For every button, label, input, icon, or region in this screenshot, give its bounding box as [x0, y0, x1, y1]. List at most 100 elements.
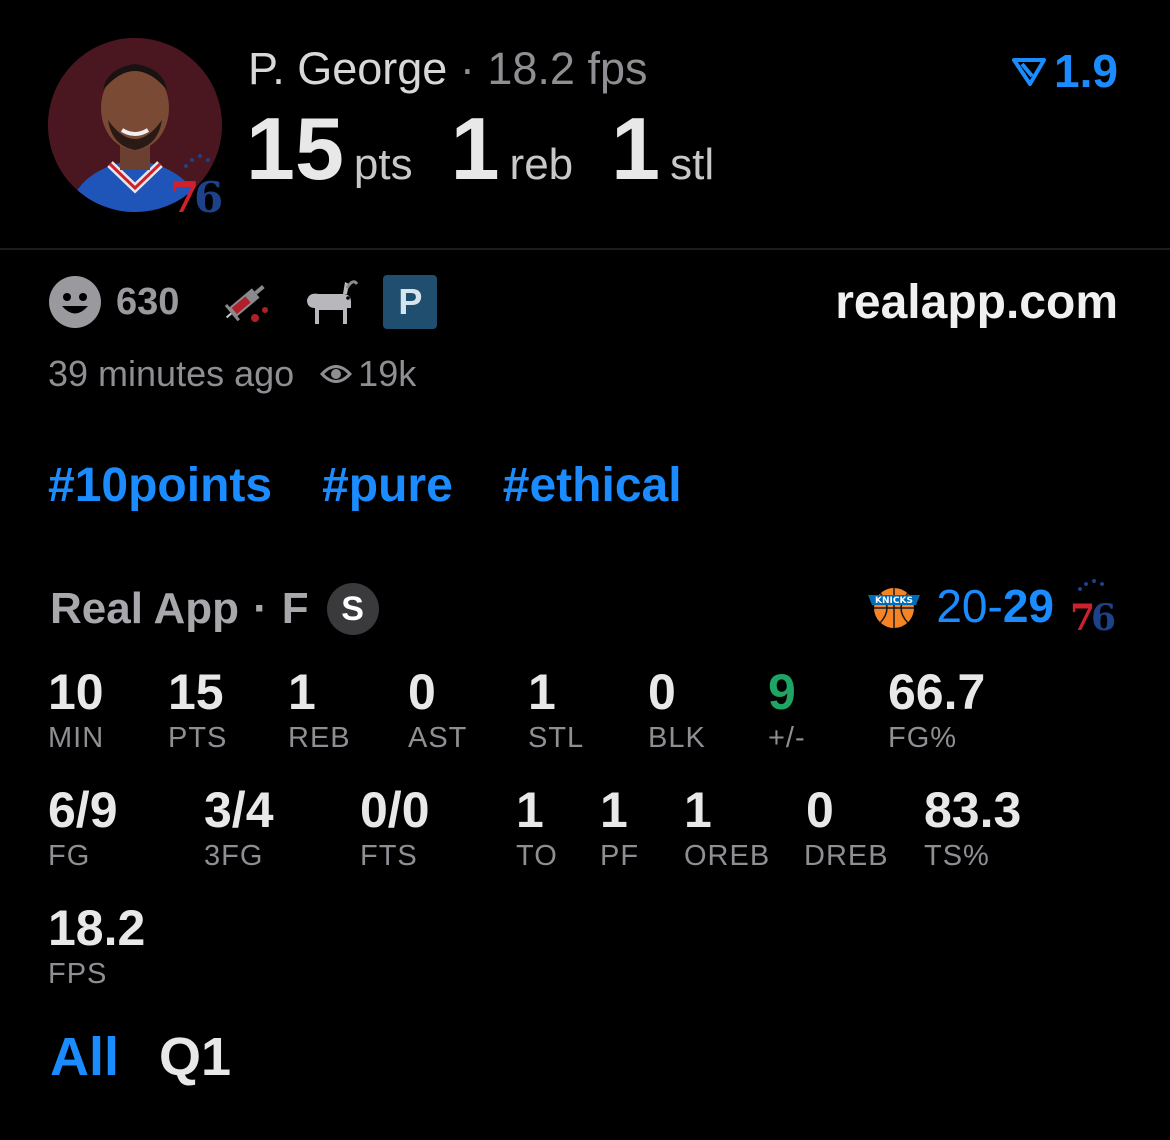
hashtag-list: #10points #pure #ethical [48, 458, 682, 514]
reaction-row: 630 P [48, 274, 438, 330]
stat-label: MIN [48, 722, 105, 754]
headline-points-value: 15 [246, 99, 344, 198]
stat-value: 9 [768, 664, 796, 720]
svg-text:6: 6 [1091, 597, 1116, 634]
headline-steals-unit: stl [670, 140, 715, 189]
stat-label: BLK [648, 722, 706, 754]
stat-ast: 0 AST [408, 664, 467, 756]
svg-text:6: 6 [194, 173, 223, 220]
stat-label: FTS [360, 840, 418, 872]
stat-oreb: 1 OREB [684, 782, 770, 874]
source-separator: · [253, 584, 268, 633]
score-dash: - [987, 580, 1003, 632]
stat-label: FG% [888, 722, 958, 754]
tab-all[interactable]: All [50, 1026, 119, 1088]
time-ago: 39 minutes ago [48, 353, 295, 394]
stat-ts-pct: 83.3 TS% [924, 782, 1021, 874]
stat-value: 1 [684, 782, 712, 838]
stat-value: 3/4 [204, 782, 274, 838]
stat-value: 0 [648, 664, 676, 720]
title-separator: · [459, 43, 475, 94]
svg-text:KNICKS: KNICKS [875, 596, 913, 606]
rating-value: 1.9 [1054, 45, 1118, 97]
p-badge-icon[interactable]: P [383, 275, 438, 329]
headline-rebounds-value: 1 [450, 99, 500, 198]
header-divider [0, 248, 1170, 250]
stat-reb: 1 REB [288, 664, 351, 756]
s-badge-icon[interactable]: S [326, 583, 379, 635]
stat-label: REB [288, 722, 351, 754]
syringe-icon[interactable] [215, 274, 275, 330]
stat-label: PTS [168, 722, 228, 754]
goat-icon[interactable] [299, 274, 359, 330]
sixers-logo-icon: 7 6 [170, 154, 223, 220]
hashtag-link[interactable]: #10points [48, 458, 272, 514]
sixers-logo-icon: 7 6 [1070, 579, 1116, 634]
view-count-group: 19k [320, 352, 416, 396]
home-score: 29 [1002, 580, 1054, 632]
stat-stl: 1 STL [528, 664, 584, 756]
stat-value: 1 [600, 782, 628, 838]
headline-rebounds-unit: reb [509, 140, 574, 189]
knicks-logo-icon: KNICKS [868, 588, 921, 628]
stat-label: OREB [684, 840, 771, 872]
stat-dreb: 0 DREB [804, 782, 889, 874]
stat-label: 3FG [204, 840, 264, 872]
hashtag-link[interactable]: #ethical [503, 458, 682, 514]
stat-blk: 0 BLK [648, 664, 706, 756]
smiley-icon[interactable] [48, 275, 102, 329]
stat-value: 15 [168, 664, 224, 720]
hashtag-link[interactable]: #pure [322, 458, 453, 514]
stat-fts: 0/0 FTS [360, 782, 430, 874]
rating-button[interactable]: 1.9 [1012, 44, 1118, 98]
stat-label: TS% [924, 840, 990, 872]
view-count: 19k [358, 353, 417, 394]
stat-value: 0/0 [360, 782, 430, 838]
stat-value: 6/9 [48, 782, 118, 838]
stat-label: STL [528, 722, 585, 754]
reaction-count: 630 [116, 280, 180, 323]
stat-value: 1 [528, 664, 556, 720]
player-name[interactable]: P. George [248, 43, 447, 94]
game-status: F [281, 584, 309, 633]
stat-min: 10 MIN [48, 664, 104, 756]
headline-points-unit: pts [353, 140, 413, 189]
game-score[interactable]: KNICKS 20-29 7 6 [866, 576, 1118, 636]
away-score: 20 [936, 580, 988, 632]
score-line: 20-29 [936, 576, 1054, 636]
game-source: Real App · F S [50, 582, 379, 636]
eye-icon [320, 365, 353, 383]
site-link[interactable]: realapp.com [835, 274, 1118, 332]
headline-steals-value: 1 [611, 99, 661, 198]
stat-label: FPS [48, 958, 108, 990]
stat-3fg: 3/4 3FG [204, 782, 274, 874]
stat-value: 10 [48, 664, 104, 720]
stat-fg: 6/9 FG [48, 782, 118, 874]
stat-fg-pct: 66.7 FG% [888, 664, 985, 756]
stat-plus-minus: 9 +/- [768, 664, 806, 756]
stat-label: PF [600, 840, 640, 872]
stat-pts: 15 PTS [168, 664, 227, 756]
rating-arrow-icon [1012, 58, 1047, 86]
period-tabs: All Q1 [50, 1026, 231, 1088]
stat-value: 1 [288, 664, 316, 720]
stat-pf: 1 PF [600, 782, 639, 874]
stat-value: 18.2 [48, 900, 146, 956]
source-name[interactable]: Real App [50, 582, 239, 636]
player-title: P. George · 18.2 fps [248, 42, 647, 96]
stat-value: 0 [408, 664, 436, 720]
stat-label: FG [48, 840, 91, 872]
stat-label: AST [408, 722, 468, 754]
stat-value: 83.3 [924, 782, 1022, 838]
tab-q1[interactable]: Q1 [159, 1026, 231, 1088]
post-meta: 39 minutes ago 19k [48, 352, 416, 396]
stat-value: 1 [516, 782, 544, 838]
stat-label: DREB [804, 840, 889, 872]
stat-label: +/- [768, 722, 806, 754]
player-fps: 18.2 fps [487, 43, 648, 94]
stat-fps: 18.2 FPS [48, 900, 145, 992]
stat-value: 66.7 [888, 664, 986, 720]
headline-stats: 15 pts 1 reb 1 stl [246, 104, 752, 194]
stat-value: 0 [806, 782, 834, 838]
stat-to: 1 TO [516, 782, 558, 874]
